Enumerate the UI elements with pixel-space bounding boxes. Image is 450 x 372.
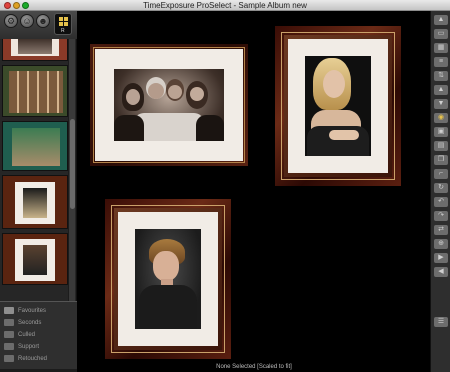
album-label: Favourites: [18, 308, 47, 314]
left-sidebar: ⚙ ☺ ☻ R Favourites Seconds Culled Suppor…: [0, 11, 77, 372]
frame-boy-portrait[interactable]: [105, 199, 231, 359]
undo-icon[interactable]: ↶: [434, 197, 448, 207]
scrollbar-thumb[interactable]: [70, 119, 75, 209]
left-tools: ⚙ ☺ ☻ R: [0, 11, 77, 39]
right-toolbar: ▲ ▭ ▦ ≡ ⇅ ▲ ▼ ◉ ▣ ▤ ❐ ⌐ ↻ ↶ ↷ ⇄ ⊕ ▶ ◀ ☰: [430, 11, 450, 372]
down-icon[interactable]: ▼: [434, 99, 448, 109]
eye-icon[interactable]: ◉: [434, 113, 448, 123]
folder-icon: [4, 355, 14, 362]
grid-icon[interactable]: ▦: [434, 43, 448, 53]
title-bar: TimeExposure ProSelect - Sample Album ne…: [0, 0, 450, 11]
album-item-retouched[interactable]: Retouched: [2, 354, 74, 364]
copy-icon[interactable]: ❐: [434, 155, 448, 165]
arrow-up-icon[interactable]: ▲: [434, 15, 448, 25]
thumbnail-scrollbar[interactable]: [68, 39, 75, 301]
status-bar: None Selected [Scaled to fit]: [78, 362, 430, 372]
folder-icon: [4, 331, 14, 338]
forward-icon[interactable]: ◀: [434, 267, 448, 277]
frame-girl-portrait[interactable]: [275, 26, 401, 186]
album-item-seconds[interactable]: Seconds: [2, 318, 74, 328]
list-icon[interactable]: ≡: [434, 57, 448, 67]
album-item-favourites[interactable]: Favourites: [2, 306, 74, 316]
album-label: Retouched: [18, 356, 48, 362]
layout-icon[interactable]: ▭: [434, 29, 448, 39]
active-tool-label: R: [61, 28, 65, 34]
tool-icon-2[interactable]: ☺: [20, 14, 34, 28]
thumbnail-3[interactable]: [2, 121, 68, 171]
album-item-support[interactable]: Support: [2, 342, 74, 352]
up-icon[interactable]: ▲: [434, 85, 448, 95]
album-label: Seconds: [18, 320, 42, 326]
album-label: Culled: [18, 332, 36, 338]
play-icon[interactable]: ▶: [434, 253, 448, 263]
sort-icon[interactable]: ⇅: [434, 71, 448, 81]
folder-icon: [4, 343, 14, 350]
album-canvas[interactable]: [78, 11, 430, 362]
album-item-culled[interactable]: Culled: [2, 330, 74, 340]
paste-icon[interactable]: ▤: [434, 141, 448, 151]
image-icon[interactable]: ▣: [434, 127, 448, 137]
rotate-icon[interactable]: ↻: [434, 183, 448, 193]
thumbnail-4[interactable]: [2, 175, 68, 229]
grid-view-button[interactable]: R: [54, 13, 72, 35]
tool-icon-1[interactable]: ⚙: [4, 14, 18, 28]
album-label: Support: [18, 344, 40, 350]
face-icon[interactable]: ☻: [36, 14, 50, 28]
folder-icon: [4, 307, 14, 314]
thumbnail-list[interactable]: [2, 39, 68, 301]
thumbnail-1[interactable]: [2, 39, 68, 61]
window-title: TimeExposure ProSelect - Sample Album ne…: [143, 1, 307, 10]
boy-photo: [135, 229, 201, 329]
family-photo: [114, 69, 224, 141]
frame-family-portrait[interactable]: [90, 44, 248, 166]
grid-view-icon: [59, 17, 68, 26]
zoom-icon[interactable]: ⊕: [434, 239, 448, 249]
redo-icon[interactable]: ↷: [434, 211, 448, 221]
album-list: Favourites Seconds Culled Support Retouc…: [0, 301, 77, 369]
menu-icon[interactable]: ☰: [434, 317, 448, 327]
crop-icon[interactable]: ⌐: [434, 169, 448, 179]
thumbnail-2[interactable]: [2, 65, 68, 117]
girl-photo: [305, 56, 371, 156]
thumbnail-5[interactable]: [2, 233, 68, 285]
folder-icon: [4, 319, 14, 326]
flip-icon[interactable]: ⇄: [434, 225, 448, 235]
